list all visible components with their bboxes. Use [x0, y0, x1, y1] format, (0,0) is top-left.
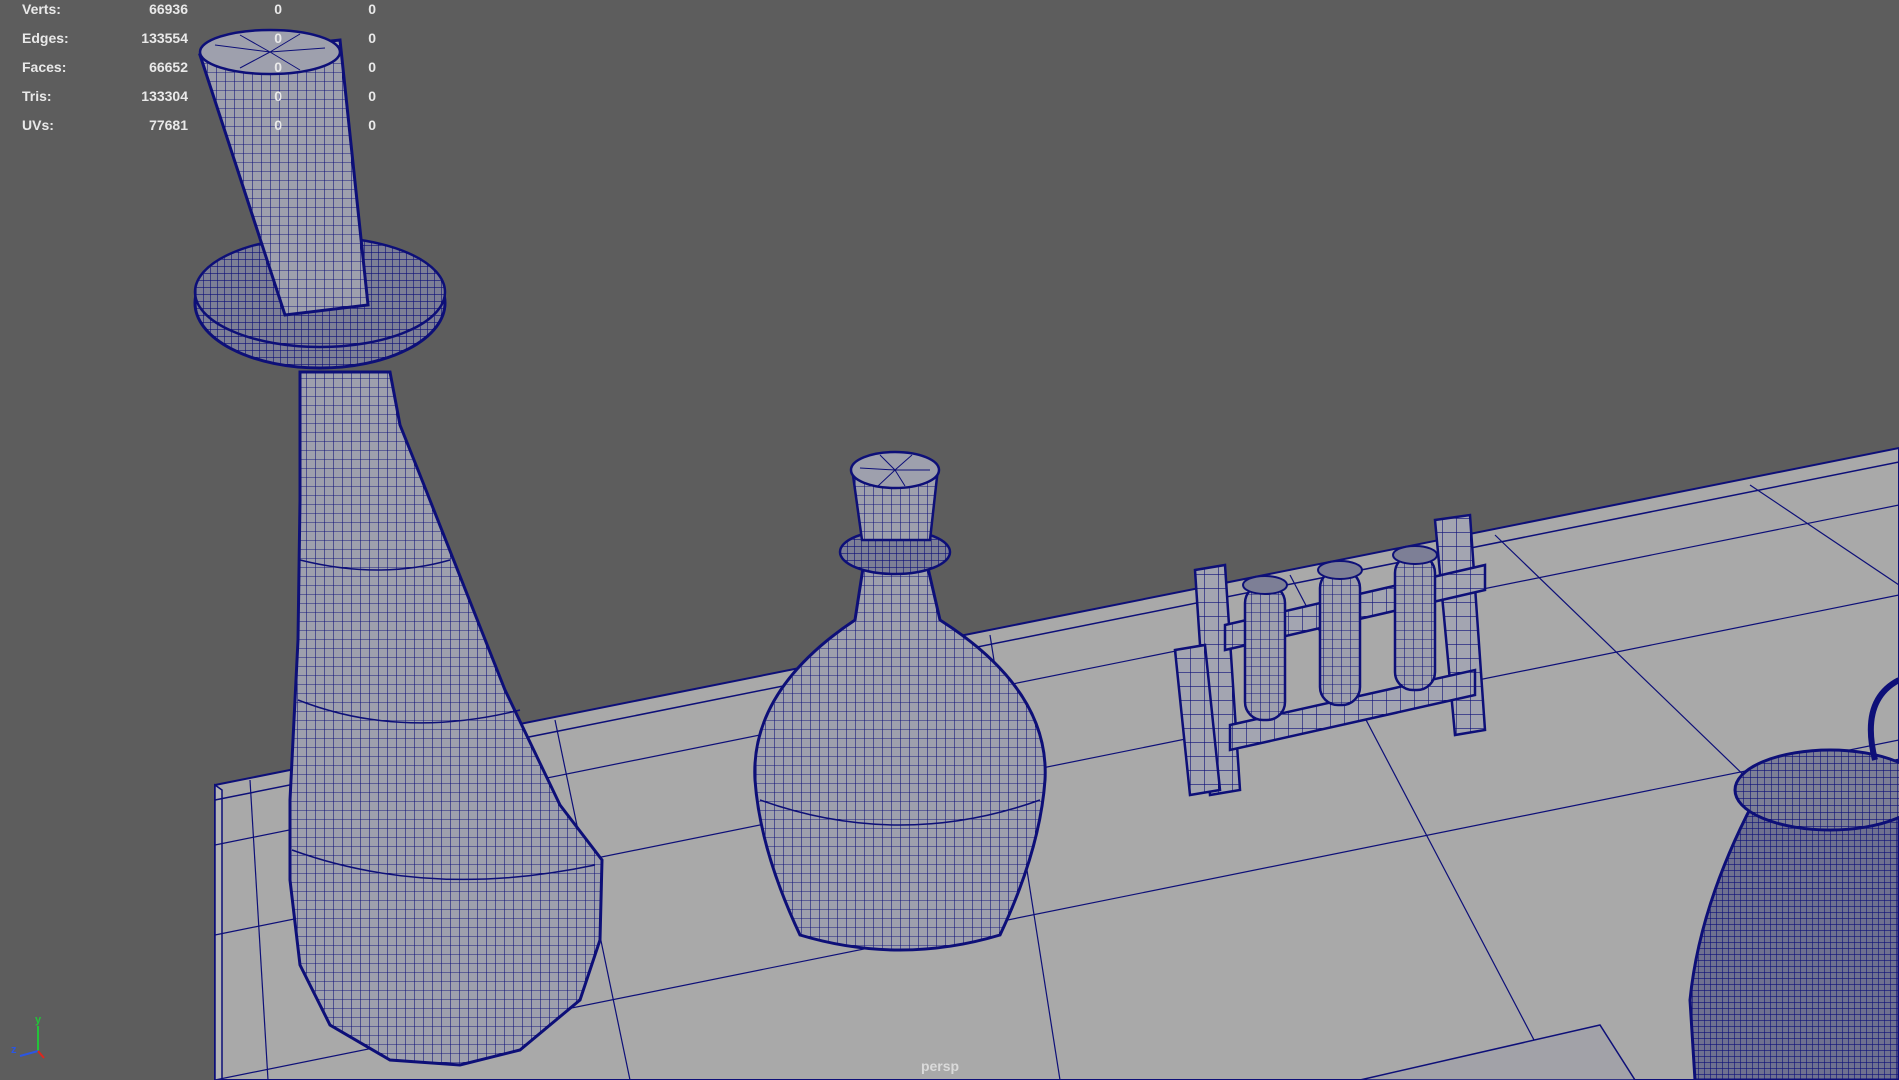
- stat-total: 133554: [141, 30, 188, 46]
- 3d-viewport[interactable]: Verts: 66936 0 0 Edges: 133554 0 0 Faces…: [0, 0, 1899, 1080]
- stat-selected: 0: [274, 88, 282, 104]
- stat-label: UVs:: [22, 117, 54, 133]
- viewport-scene[interactable]: [0, 0, 1899, 1080]
- z-axis-label: z: [11, 1044, 17, 1056]
- z-axis-line: [19, 1050, 39, 1057]
- stat-extra: 0: [368, 88, 376, 104]
- stat-row-uvs: UVs: 77681 0 0: [0, 116, 400, 142]
- stat-total: 66652: [149, 59, 188, 75]
- camera-label: persp: [920, 1058, 960, 1074]
- round-flask[interactable]: [753, 450, 1047, 952]
- y-axis-label: y: [35, 1014, 42, 1026]
- stat-selected: 0: [274, 117, 282, 133]
- stat-label: Edges:: [22, 30, 69, 46]
- stat-extra: 0: [368, 59, 376, 75]
- stat-selected: 0: [274, 1, 282, 17]
- stat-extra: 0: [368, 1, 376, 17]
- stat-row-edges: Edges: 133554 0 0: [0, 29, 400, 55]
- stat-row-tris: Tris: 133304 0 0: [0, 87, 400, 113]
- stat-row-faces: Faces: 66652 0 0: [0, 58, 400, 84]
- stat-selected: 0: [274, 59, 282, 75]
- stat-label: Verts:: [22, 1, 61, 17]
- axis-gizmo-icon: [19, 1026, 45, 1059]
- stat-extra: 0: [368, 30, 376, 46]
- x-axis-line: [37, 1050, 45, 1059]
- stat-row-verts: Verts: 66936 0 0: [0, 0, 400, 26]
- stat-selected: 0: [274, 30, 282, 46]
- stat-total: 66936: [149, 1, 188, 17]
- stat-label: Tris:: [22, 88, 52, 104]
- stat-total: 133304: [141, 88, 188, 104]
- stat-total: 77681: [149, 117, 188, 133]
- stat-extra: 0: [368, 117, 376, 133]
- stat-label: Faces:: [22, 59, 67, 75]
- axis-gizmo: y z: [8, 1014, 53, 1063]
- poly-count-hud: Verts: 66936 0 0 Edges: 133554 0 0 Faces…: [0, 0, 400, 135]
